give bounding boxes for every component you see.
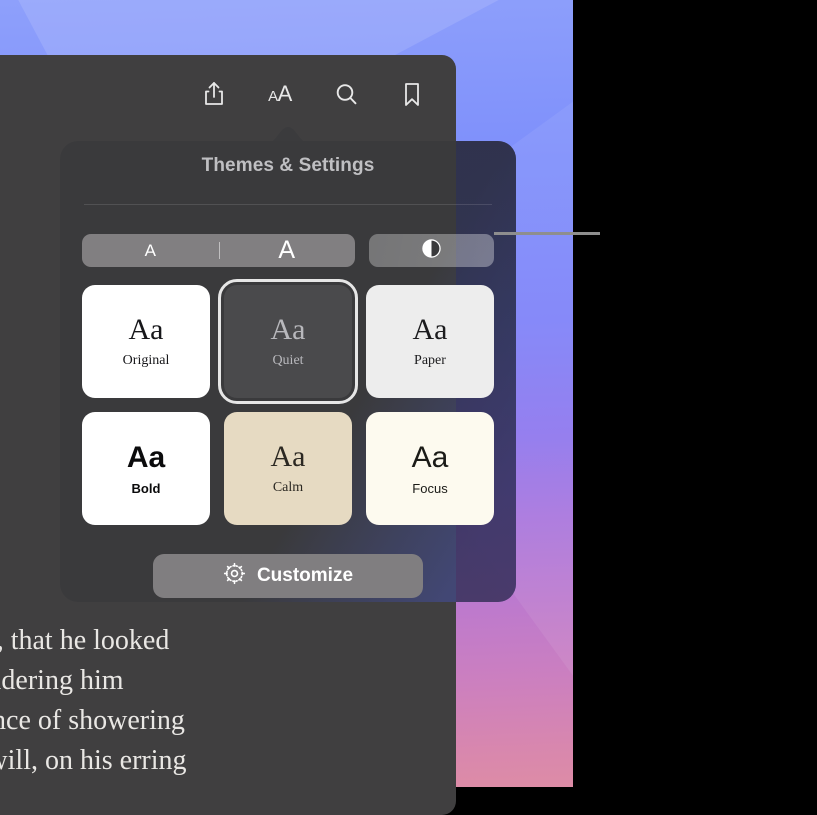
theme-grid: Aa Original Aa Quiet Aa Paper Aa Bold Aa (82, 279, 494, 525)
increase-text-size-button[interactable]: A (219, 234, 356, 267)
themes-settings-popover: Themes & Settings A A Aa Original Aa Qui… (60, 124, 516, 602)
theme-card-original[interactable]: Aa Original (82, 285, 210, 398)
contrast-circle-icon (421, 238, 442, 264)
theme-card-paper[interactable]: Aa Paper (366, 285, 494, 398)
theme-sample-text: Aa (411, 440, 449, 474)
customize-label: Customize (256, 565, 354, 586)
text-size-segmented-control[interactable]: A A (82, 234, 355, 267)
theme-card-bold[interactable]: Aa Bold (82, 412, 210, 525)
book-line: ken aback, that he looked (0, 625, 170, 656)
decrease-text-size-button[interactable]: A (82, 234, 219, 267)
theme-sample-text: Aa (126, 440, 166, 474)
appearance-toggle-button[interactable] (369, 234, 494, 267)
screen: AA I am shou r. Lo d gid not ex ated. (0, 0, 817, 815)
book-line: and goodwill, on his erring (0, 745, 187, 776)
text-size-icon[interactable]: AA (262, 76, 298, 112)
theme-card-calm[interactable]: Aa Calm (224, 412, 352, 525)
book-line: n appearance of showering (0, 705, 185, 736)
callout-line (494, 232, 600, 235)
gear-icon (223, 562, 246, 590)
theme-card-quiet[interactable]: Aa Quiet (218, 279, 358, 404)
theme-label: Quiet (272, 353, 304, 368)
theme-label: Bold (131, 480, 161, 496)
search-icon[interactable] (328, 76, 364, 112)
theme-label: Focus (412, 480, 448, 496)
popover-title: Themes & Settings (201, 155, 375, 176)
theme-card-focus[interactable]: Aa Focus (366, 412, 494, 525)
aa-glyph: AA (268, 81, 292, 106)
popover-divider (84, 204, 492, 205)
reader-toolbar: AA (0, 55, 456, 133)
theme-sample-text: Aa (270, 440, 306, 473)
theme-label: Calm (272, 480, 304, 495)
controls-row: A A (82, 234, 494, 267)
customize-button[interactable]: Customize (153, 554, 423, 598)
bookmark-icon[interactable] (394, 76, 430, 112)
popover-body: Themes & Settings A A Aa Original Aa Qui… (60, 141, 516, 602)
share-icon[interactable] (196, 76, 232, 112)
theme-label: Paper (414, 353, 446, 368)
theme-label: Original (122, 353, 170, 368)
theme-sample-text: Aa (128, 313, 164, 346)
theme-sample-text: Aa (270, 313, 306, 346)
theme-sample-text: Aa (412, 313, 448, 346)
segment-divider (218, 242, 220, 259)
book-line: yver shouldering him (0, 665, 124, 696)
